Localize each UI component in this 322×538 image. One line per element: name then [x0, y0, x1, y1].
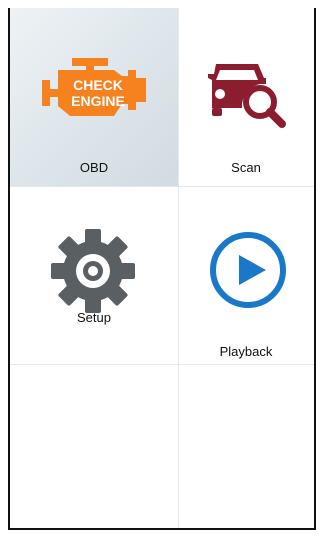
menu-tile-setup[interactable]: Setup: [10, 186, 178, 364]
menu-tile-empty: [178, 364, 314, 528]
menu-tile-playback[interactable]: Playback: [178, 186, 314, 364]
check-engine-text-1: CHECK: [73, 77, 123, 93]
play-icon: [208, 230, 288, 315]
menu-tile-empty: [10, 364, 178, 528]
check-engine-icon: CHECK ENGINE: [42, 58, 146, 125]
menu-label-scan: Scan: [231, 160, 261, 175]
menu-label-obd: OBD: [79, 160, 109, 175]
menu-tile-obd[interactable]: CHECK ENGINE OBD: [10, 8, 178, 186]
gear-icon: [50, 228, 136, 319]
menu-tile-scan[interactable]: Scan: [178, 8, 314, 186]
grid-divider-horizontal: [10, 364, 314, 365]
menu-label-setup: Setup: [77, 310, 111, 325]
grid-divider-horizontal: [10, 186, 314, 187]
grid-divider-vertical: [178, 8, 179, 528]
car-search-icon: [206, 56, 288, 133]
menu-grid: CHECK ENGINE OBD Scan Setup Playback: [10, 8, 314, 528]
check-engine-text-2: ENGINE: [71, 93, 125, 109]
main-menu-panel: CHECK ENGINE OBD Scan Setup Playback: [8, 8, 316, 530]
menu-label-playback: Playback: [219, 344, 273, 359]
